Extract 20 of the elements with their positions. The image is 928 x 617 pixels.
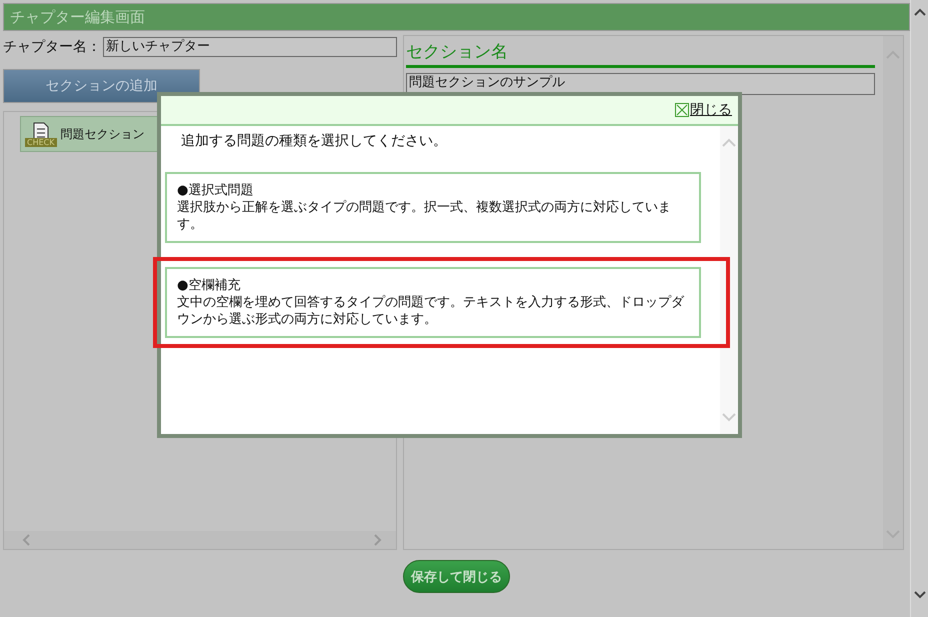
question-type-option[interactable]: ●選択式問題 選択肢から正解を選ぶタイプの問題です。択一式、複数選択式の両方に対応しています。	[165, 172, 701, 243]
page-scrollbar[interactable]	[910, 0, 928, 617]
scroll-right-icon[interactable]	[372, 534, 382, 546]
option-description: 選択肢から正解を選ぶタイプの問題です。択一式、複数選択式の両方に対応しています。	[177, 199, 672, 233]
close-icon	[675, 103, 689, 117]
scroll-down-icon[interactable]	[914, 591, 926, 599]
window-title: チャプター編集画面	[10, 8, 145, 26]
chapter-name-label: チャプター名：	[3, 38, 101, 56]
scroll-up-icon[interactable]	[914, 8, 926, 16]
section-name-field[interactable]: 問題セクションのサンプル	[406, 73, 875, 95]
question-type-option[interactable]: ●空欄補充 文中の空欄を埋めて回答するタイプの問題です。テキストを入力する形式、ドロップダウンから選ぶ形式の両方に対応しています。	[165, 267, 701, 338]
check-badge: CHECK	[25, 138, 56, 146]
option-title: ●空欄補充	[177, 277, 242, 294]
chapter-name-field[interactable]: 新しいチャプター	[103, 37, 397, 57]
option-title: ●選択式問題	[177, 182, 254, 199]
section-name-heading: セクション名	[406, 40, 875, 68]
scroll-left-icon[interactable]	[22, 534, 32, 546]
option-description: 文中の空欄を埋めて回答するタイプの問題です。テキストを入力する形式、ドロップダウンから選ぶ形式の両方に対応しています。	[177, 294, 686, 328]
section-item-label: 問題セクション	[60, 126, 144, 142]
dialog-prompt: 追加する問題の種類を選択してください。	[180, 132, 448, 150]
